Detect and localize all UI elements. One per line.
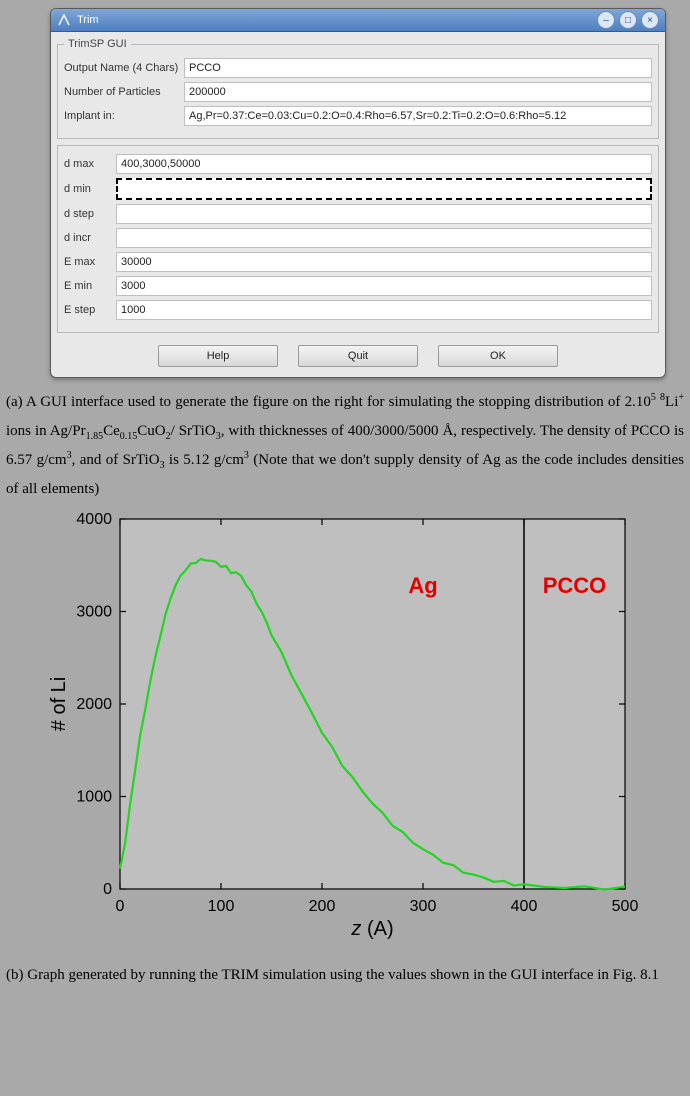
svg-text:1000: 1000 bbox=[76, 789, 112, 806]
fieldset-trimsp: TrimSP GUI Output Name (4 Chars) Number … bbox=[57, 38, 659, 139]
output-name-input[interactable] bbox=[184, 58, 652, 78]
e-min-input[interactable] bbox=[116, 276, 652, 296]
svg-text:4000: 4000 bbox=[76, 511, 112, 528]
d-step-input[interactable] bbox=[116, 204, 652, 224]
help-button[interactable]: Help bbox=[158, 345, 278, 367]
label-e-step: E step bbox=[64, 304, 116, 316]
label-output-name: Output Name (4 Chars) bbox=[64, 62, 184, 74]
svg-text:PCCO: PCCO bbox=[543, 573, 607, 598]
app-icon bbox=[57, 13, 71, 27]
svg-text:Ag: Ag bbox=[408, 573, 437, 598]
svg-text:# of Li: # of Li bbox=[48, 677, 70, 731]
quit-button[interactable]: Quit bbox=[298, 345, 418, 367]
num-particles-input[interactable] bbox=[184, 82, 652, 102]
label-num-particles: Number of Particles bbox=[64, 86, 184, 98]
svg-text:500: 500 bbox=[612, 898, 639, 915]
window-title: Trim bbox=[77, 14, 593, 26]
d-incr-input[interactable] bbox=[116, 228, 652, 248]
fieldset-params: d max d min d step d incr E max E min E … bbox=[57, 145, 659, 333]
implant-in-input[interactable] bbox=[184, 106, 652, 126]
svg-text:400: 400 bbox=[511, 898, 538, 915]
button-bar: Help Quit OK bbox=[51, 339, 665, 377]
svg-text:0: 0 bbox=[103, 881, 112, 898]
fieldset-legend: TrimSP GUI bbox=[64, 38, 131, 50]
svg-text:z (A): z (A) bbox=[350, 918, 393, 940]
close-button[interactable]: × bbox=[641, 11, 659, 29]
label-d-incr: d incr bbox=[64, 232, 116, 244]
label-d-step: d step bbox=[64, 208, 116, 220]
d-max-input[interactable] bbox=[116, 154, 652, 174]
chart: 0 100 200 300 400 500 0 1000 2000 3000 4000 z (A) # … bbox=[45, 509, 645, 949]
svg-text:0: 0 bbox=[116, 898, 125, 915]
label-e-min: E min bbox=[64, 280, 116, 292]
svg-text:100: 100 bbox=[208, 898, 235, 915]
e-step-input[interactable] bbox=[116, 300, 652, 320]
d-min-input[interactable] bbox=[116, 178, 652, 200]
caption-b-text: (b) Graph generated by running the TRIM … bbox=[6, 967, 659, 983]
e-max-input[interactable] bbox=[116, 252, 652, 272]
svg-text:300: 300 bbox=[410, 898, 437, 915]
caption-a-text: (a) A GUI interface used to generate the… bbox=[6, 394, 651, 410]
caption-a: (a) A GUI interface used to generate the… bbox=[0, 382, 690, 509]
svg-text:2000: 2000 bbox=[76, 696, 112, 713]
trim-window: Trim – □ × TrimSP GUI Output Name (4 Cha… bbox=[50, 8, 666, 378]
ok-button[interactable]: OK bbox=[438, 345, 558, 367]
label-e-max: E max bbox=[64, 256, 116, 268]
maximize-button[interactable]: □ bbox=[619, 11, 637, 29]
minimize-button[interactable]: – bbox=[597, 11, 615, 29]
label-d-min: d min bbox=[64, 183, 116, 195]
label-implant-in: Implant in: bbox=[64, 110, 184, 122]
titlebar[interactable]: Trim – □ × bbox=[51, 9, 665, 32]
svg-text:200: 200 bbox=[309, 898, 336, 915]
caption-b: (b) Graph generated by running the TRIM … bbox=[0, 955, 690, 996]
label-d-max: d max bbox=[64, 158, 116, 170]
svg-text:3000: 3000 bbox=[76, 604, 112, 621]
